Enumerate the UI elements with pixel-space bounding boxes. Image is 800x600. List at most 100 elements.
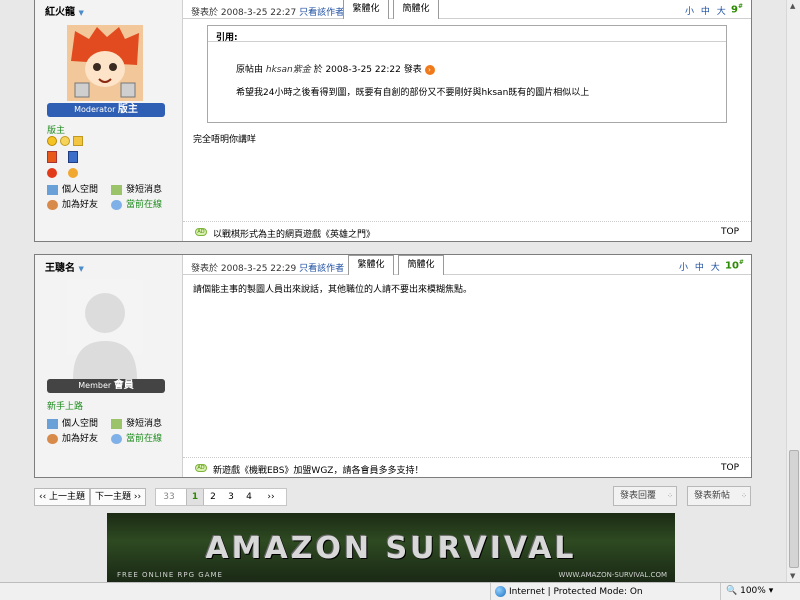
post-time: 發表於 2008-3-25 22:29 只看該作者 [191, 261, 344, 274]
reply-button[interactable]: 發表回覆 ⁘ [613, 486, 677, 506]
avatar[interactable] [67, 25, 143, 101]
ad-icon: AD [195, 228, 207, 236]
personal-space-label: 個人空間 [62, 185, 99, 195]
dropdown-dots-icon: ⁘ [741, 492, 747, 500]
ad-icon: AD [195, 464, 207, 472]
ad-link[interactable]: 以戰棋形式為主的網頁遊戲《英雄之門》 [213, 227, 375, 240]
banner-subtitle: FREE ONLINE RPG GAME [117, 571, 223, 579]
author-sidebar: 紅火龍 ▼ Moderator 版主 版主 個人空間 加為好友 發短消息 當前在… [35, 0, 183, 241]
ad-link[interactable]: 新遊戲《機戰EBS》加盟WGZ，請各會員多多支持！ [213, 463, 423, 476]
send-pm-link[interactable]: 發短消息 [111, 416, 162, 431]
send-pm-link[interactable]: 發短消息 [111, 182, 162, 197]
rank-bar: Member 會員 [47, 379, 165, 393]
moon-medal-icon [59, 136, 70, 146]
author-name-text: 紅火龍 [45, 7, 75, 18]
top-link[interactable]: TOP [721, 227, 739, 237]
add-friend-label: 加為好友 [62, 200, 99, 210]
post-body: 請個能主事的製圖人員出來說話，其他職位的人請不要出來模糊焦點。 [193, 285, 473, 295]
next-topic-label: 下一主題 ›› [95, 492, 142, 502]
personal-space-link[interactable]: 個人空間 [47, 416, 98, 431]
status-divider [490, 583, 491, 600]
author-links: 個人空間 加為好友 發短消息 當前在線 [47, 416, 162, 446]
scrollbar-thumb[interactable] [789, 450, 799, 568]
banner-title: AMAZON SURVIVAL [205, 531, 577, 566]
status-bar: Internet | Protected Mode: On 🔍 100% ▾ [0, 582, 800, 600]
page-2[interactable]: 2 [204, 489, 222, 505]
dropdown-arrow-icon: ▼ [78, 265, 84, 273]
only-author-link[interactable]: 只看該作者 [299, 264, 344, 274]
only-author-link[interactable]: 只看該作者 [299, 8, 344, 18]
tab-traditional[interactable]: 繁體化 [343, 0, 389, 19]
page-next[interactable]: ›› [262, 489, 280, 505]
medals [47, 136, 83, 181]
send-pm-label: 發短消息 [126, 185, 163, 195]
rank-title: 版主 [47, 126, 66, 136]
prev-topic-button[interactable]: ‹‹ 上一主題 [34, 488, 91, 506]
new-post-button[interactable]: 發表新帖 ⁘ [687, 486, 751, 506]
gear-medal-icon [67, 168, 78, 178]
mail-icon [111, 184, 122, 195]
page-first[interactable]: 33 [160, 489, 178, 505]
dropdown-dots-icon: ⁘ [667, 492, 673, 500]
font-size-switch[interactable]: 小 中 大 [679, 260, 722, 273]
quote-author: hksan紫金 [265, 65, 311, 75]
page-3[interactable]: 3 [222, 489, 240, 505]
page-current[interactable]: 1 [186, 489, 204, 505]
personal-space-label: 個人空間 [62, 419, 99, 429]
rank-bar-prefix: Moderator [74, 105, 116, 114]
author-name-text: 王聰名 [45, 263, 75, 274]
avatar[interactable] [67, 279, 143, 379]
vertical-scrollbar[interactable]: ▲ ▼ [786, 0, 800, 582]
tab-traditional[interactable]: 繁體化 [348, 255, 394, 275]
online-label: 當前在線 [126, 434, 163, 444]
add-friend-link[interactable]: 加為好友 [47, 197, 98, 212]
quote-by-time: 於 2008-3-25 22:22 發表 [313, 65, 422, 75]
font-size-switch[interactable]: 小 中 大 [685, 4, 728, 17]
prev-topic-label: ‹‹ 上一主題 [39, 492, 86, 502]
ad-banner[interactable]: AMAZON SURVIVAL FREE ONLINE RPG GAME WWW… [107, 513, 675, 582]
user-add-icon [47, 433, 58, 444]
user-online-icon [111, 433, 122, 444]
banner-url: WWW.AMAZON-SURVIVAL.COM [558, 571, 667, 579]
quote-attribution: 原帖由 hksan紫金 於 2008-3-25 22:22 發表 › [236, 62, 435, 75]
badge-medal-icon [67, 151, 78, 163]
author-name[interactable]: 紅火龍 ▼ [45, 3, 84, 18]
send-pm-label: 發短消息 [126, 419, 163, 429]
scroll-up-icon[interactable]: ▲ [790, 2, 795, 10]
tab-simplified[interactable]: 簡體化 [398, 255, 444, 275]
globe-icon [495, 586, 506, 597]
zoom-icon: 🔍 [726, 586, 738, 596]
security-zone[interactable]: Internet | Protected Mode: On [495, 586, 643, 597]
security-zone-label: Internet | Protected Mode: On [509, 587, 643, 597]
page-4[interactable]: 4 [240, 489, 258, 505]
quote-by-prefix: 原帖由 [236, 65, 264, 75]
home-icon [47, 184, 58, 195]
star-medal-icon [72, 136, 83, 146]
new-post-label: 發表新帖 [694, 491, 731, 501]
online-status: 當前在線 [111, 431, 162, 446]
pagination: 33 1 2 3 4 ›› [155, 488, 287, 506]
quote-text: 希望我24小時之後看得到圖，既要有自創的部份又不要剛好與hksan既有的圖片相似… [236, 88, 590, 98]
post-10: 王聰名 ▼ Member 會員 新手上路 個人空間 加為好友 發短消息 當前在線… [34, 254, 752, 478]
rank-bar-title: 版主 [117, 104, 138, 115]
mail-icon [111, 418, 122, 429]
post-time-text: 發表於 2008-3-25 22:29 [191, 264, 297, 274]
top-link[interactable]: TOP [721, 463, 739, 473]
post-body: 完全唔明你講咩 [193, 135, 257, 145]
tab-simplified[interactable]: 簡體化 [393, 0, 439, 19]
add-friend-link[interactable]: 加為好友 [47, 431, 98, 446]
zoom-control[interactable]: 🔍 100% ▾ [726, 586, 773, 596]
post-header: 發表於 2008-3-25 22:27 只看該作者 繁體化 簡體化 小 中 大 … [183, 0, 751, 19]
page-viewport: 紅火龍 ▼ Moderator 版主 版主 個人空間 加為好友 發短消息 當前在… [0, 0, 786, 582]
next-topic-button[interactable]: 下一主題 ›› [90, 488, 147, 506]
floor-value: 9 [731, 4, 738, 16]
floor-number[interactable]: 10# [725, 259, 744, 271]
author-name[interactable]: 王聰名 ▼ [45, 259, 84, 274]
floor-number[interactable]: 9# [731, 3, 743, 15]
author-links: 個人空間 加為好友 發短消息 當前在線 [47, 182, 162, 212]
scroll-down-icon[interactable]: ▼ [790, 572, 795, 580]
goto-arrow-icon[interactable]: › [424, 65, 435, 75]
personal-space-link[interactable]: 個人空間 [47, 182, 98, 197]
author-sidebar: 王聰名 ▼ Member 會員 新手上路 個人空間 加為好友 發短消息 當前在線 [35, 255, 183, 477]
flower-medal-icon [47, 168, 57, 178]
